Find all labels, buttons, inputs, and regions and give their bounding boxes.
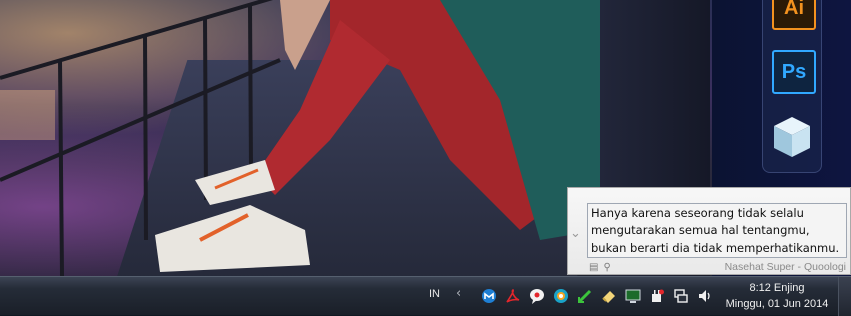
quote-actions: ▤ ⚲ <box>589 262 616 273</box>
power-plug-icon[interactable] <box>648 287 666 305</box>
monitor-icon[interactable] <box>624 287 642 305</box>
wallpaper-person <box>155 0 600 272</box>
show-hidden-icons-button[interactable]: ‹ <box>456 286 461 301</box>
illustrator-icon[interactable]: Ai <box>772 0 816 30</box>
show-desktop-button[interactable] <box>838 277 851 316</box>
camera-icon[interactable] <box>552 287 570 305</box>
volume-icon[interactable] <box>696 287 714 305</box>
quote-source: Nasehat Super - Quoologi <box>724 261 846 273</box>
taskbar-clock[interactable]: 8:12 Enjing Minggu, 01 Jun 2014 <box>722 280 832 312</box>
network-icon[interactable] <box>672 287 690 305</box>
chat-bubble-icon[interactable] <box>528 287 546 305</box>
edit-arrow-icon[interactable] <box>576 287 594 305</box>
chevron-down-icon[interactable]: ⌄ <box>570 226 581 241</box>
quote-notification[interactable]: ⌄ Hanya karena seseorang tidak selalu me… <box>567 187 851 275</box>
quote-text: Hanya karena seseorang tidak selalu meng… <box>587 203 847 258</box>
app-dock: Ai Ps <box>762 0 822 173</box>
clock-date: Minggu, 01 Jun 2014 <box>725 298 829 310</box>
language-indicator[interactable]: IN <box>429 288 440 300</box>
photoshop-icon[interactable]: Ps <box>772 50 816 94</box>
document-icon[interactable]: ▤ <box>589 262 598 273</box>
system-tray <box>480 287 720 305</box>
acrobat-icon[interactable] <box>504 287 522 305</box>
clock-time: 8:12 Enjing <box>749 282 805 294</box>
eraser-icon[interactable] <box>600 287 618 305</box>
taskbar: IN ‹ 8:12 Enjing Minggu, 01 Jun 2014 <box>0 276 851 316</box>
search-icon[interactable]: ⚲ <box>603 262 610 273</box>
maxthon-icon[interactable] <box>480 287 498 305</box>
cube-app-icon[interactable] <box>772 115 812 159</box>
